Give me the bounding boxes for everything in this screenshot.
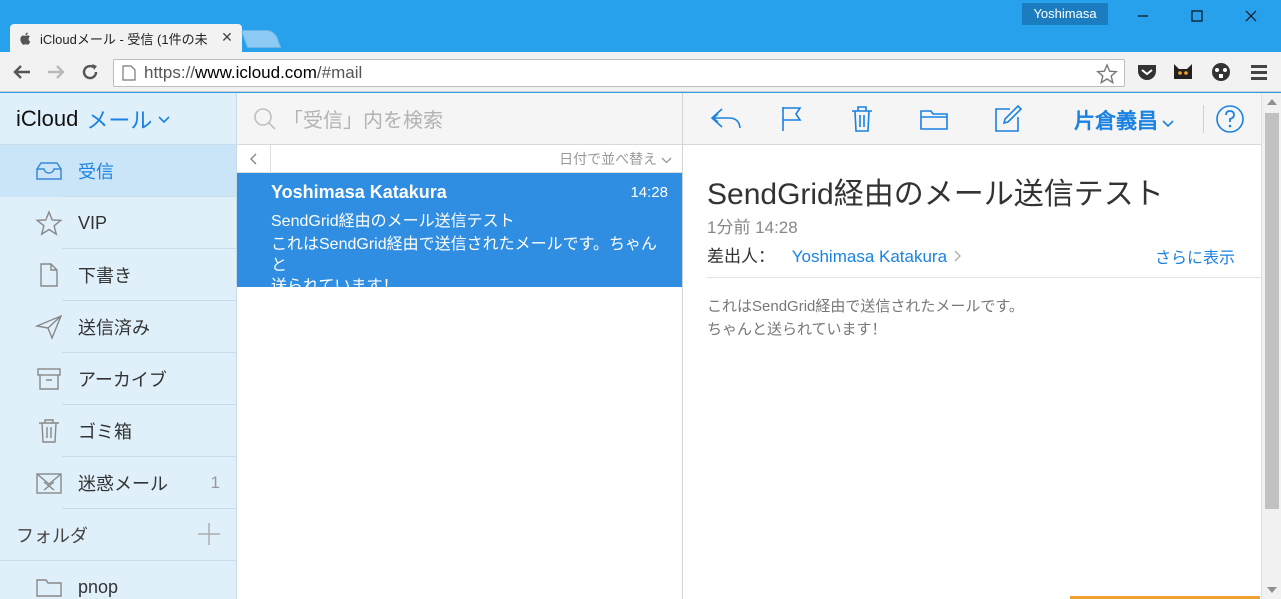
toolbar-divider [1203, 105, 1204, 133]
sidebar-item-label: VIP [78, 213, 107, 234]
message-list-item[interactable]: Yoshimasa Katakura 14:28 SendGrid経由のメール送… [237, 173, 682, 287]
list-toolbar: 日付で並べ替え [237, 145, 682, 173]
reload-icon[interactable] [78, 60, 102, 84]
browser-tab[interactable]: iCloudメール - 受信 (1件の未 ✕ [10, 24, 242, 52]
collapse-sidebar-button[interactable] [237, 145, 271, 173]
unread-count-badge: 1 [211, 473, 220, 493]
close-window-button[interactable] [1228, 4, 1274, 28]
tab-close-icon[interactable]: ✕ [218, 30, 236, 46]
search-input[interactable]: 「受信」内を検索 [283, 104, 443, 133]
sidebar-item-label: pnop [78, 577, 118, 598]
compose-icon[interactable] [991, 103, 1025, 135]
email-body: これはSendGrid経由で送信されたメールです。 ちゃんと送られています！ [707, 295, 1024, 341]
sender-label: 差出人： [707, 247, 775, 266]
chevron-right-icon[interactable] [954, 249, 961, 265]
gamepad-extension-icon[interactable] [1210, 61, 1232, 83]
star-icon [34, 209, 64, 237]
sidebar-item-label: 受信 [78, 158, 114, 184]
mail-app: iCloud メール 受信 VIP 下書き [0, 93, 1281, 599]
add-folder-icon[interactable] [196, 521, 222, 547]
email-subject: SendGrid経由のメール送信テスト [707, 169, 1164, 213]
document-icon [34, 261, 64, 289]
page-scrollbar[interactable] [1261, 93, 1281, 599]
url-text: https://www.icloud.com/#mail [144, 63, 362, 83]
pocket-extension-icon[interactable] [1136, 61, 1158, 83]
forward-arrow-icon[interactable] [44, 60, 68, 84]
folders-label: フォルダ [16, 522, 88, 548]
sidebar-item-label: 送信済み [78, 314, 150, 340]
reader-toolbar: 片倉義昌 [683, 93, 1261, 145]
back-arrow-icon[interactable] [10, 60, 34, 84]
archive-icon [34, 365, 64, 393]
header-divider [707, 277, 1261, 278]
message-preview: これはSendGrid経由で送信されたメールです。ちゃんと 送られています！ [271, 234, 668, 297]
mailbox-sidebar: iCloud メール 受信 VIP 下書き [0, 93, 237, 599]
sidebar-item-label: アーカイブ [78, 366, 167, 392]
reply-icon[interactable] [709, 103, 743, 135]
sidebar-item-archive[interactable]: アーカイブ [0, 353, 236, 405]
menu-icon[interactable] [1248, 61, 1270, 83]
sidebar-item-vip[interactable]: VIP [0, 197, 236, 249]
sidebar-item-drafts[interactable]: 下書き [0, 249, 236, 301]
app-mode: メール [86, 103, 152, 135]
scroll-up-arrow-icon[interactable] [1267, 99, 1277, 105]
search-icon [253, 107, 277, 131]
browser-titlebar: iCloudメール - 受信 (1件の未 ✕ Yoshimasa [0, 0, 1281, 56]
sidebar-item-folder-pnop[interactable]: pnop [0, 561, 236, 599]
address-bar[interactable]: https://www.icloud.com/#mail [113, 59, 1125, 87]
reading-pane: 片倉義昌 SendGrid経由のメール送信テスト 1分前 14:28 差出人： … [683, 93, 1261, 599]
chevron-down-icon [158, 111, 170, 127]
app-switcher[interactable]: iCloud メール [0, 93, 236, 145]
profile-badge[interactable]: Yoshimasa [1022, 3, 1108, 25]
message-sender: Yoshimasa Katakura [271, 182, 668, 203]
sidebar-item-inbox[interactable]: 受信 [0, 145, 236, 197]
browser-toolbar: https://www.icloud.com/#mail [0, 52, 1281, 92]
cat-extension-icon[interactable] [1172, 61, 1194, 83]
sidebar-item-label: ゴミ箱 [78, 418, 132, 444]
sender-name-link[interactable]: Yoshimasa Katakura [792, 247, 947, 266]
app-name: iCloud [16, 106, 78, 132]
help-icon[interactable] [1215, 104, 1245, 134]
email-date: 1分前 14:28 [707, 213, 798, 238]
message-time: 14:28 [630, 184, 668, 201]
bookmark-star-icon[interactable] [1096, 63, 1118, 85]
sidebar-item-sent[interactable]: 送信済み [0, 301, 236, 353]
scrollbar-thumb[interactable] [1265, 113, 1279, 509]
account-menu[interactable]: 片倉義昌 [1074, 105, 1174, 135]
trash-icon [34, 417, 64, 445]
inbox-icon [34, 157, 64, 185]
minimize-button[interactable] [1120, 4, 1166, 28]
apple-icon [20, 32, 32, 45]
trash-icon[interactable] [845, 103, 879, 135]
email-sender-row: 差出人： Yoshimasa Katakura [707, 242, 961, 267]
search-bar[interactable]: 「受信」内を検索 [237, 93, 682, 145]
show-more-link[interactable]: さらに表示 [1155, 244, 1235, 268]
maximize-button[interactable] [1174, 4, 1220, 28]
sidebar-item-label: 迷惑メール [78, 470, 168, 496]
page-icon [122, 65, 136, 81]
message-subject: SendGrid経由のメール送信テスト [271, 207, 668, 231]
flag-icon[interactable] [775, 103, 809, 135]
sort-dropdown[interactable]: 日付で並べ替え [559, 149, 672, 169]
tab-title: iCloudメール - 受信 (1件の未 [40, 29, 218, 48]
sidebar-item-label: 下書き [78, 262, 132, 288]
scroll-down-arrow-icon[interactable] [1267, 587, 1277, 593]
folders-section-header: フォルダ [0, 509, 236, 561]
move-to-folder-icon[interactable] [917, 103, 951, 135]
folder-icon [34, 573, 64, 599]
send-icon [34, 313, 64, 341]
new-tab-button[interactable] [241, 30, 282, 48]
junk-icon [34, 469, 64, 497]
message-list-pane: 「受信」内を検索 日付で並べ替え Yoshimasa Katakura 14:2… [237, 93, 683, 599]
sidebar-item-junk[interactable]: 迷惑メール 1 [0, 457, 236, 509]
sidebar-item-trash[interactable]: ゴミ箱 [0, 405, 236, 457]
